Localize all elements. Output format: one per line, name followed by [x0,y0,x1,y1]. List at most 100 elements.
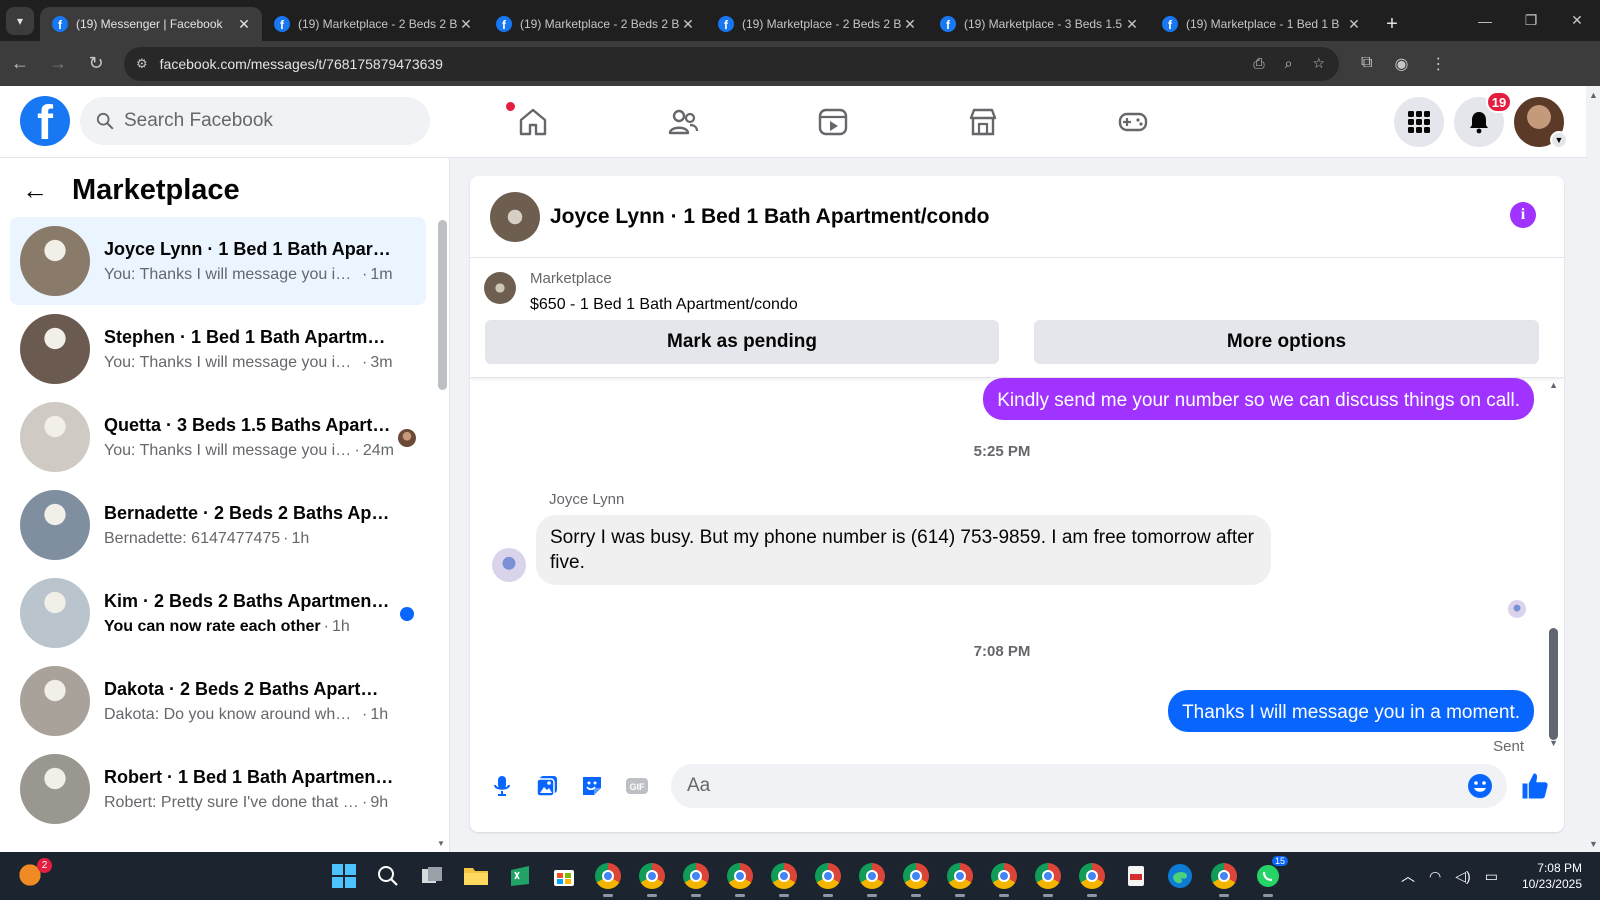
chrome-app-button[interactable] [1026,854,1070,898]
site-info-icon[interactable]: ⚙ [136,56,148,72]
like-button[interactable] [1517,768,1553,804]
tab-close-icon[interactable]: ✕ [1346,16,1362,33]
conversation-item[interactable]: Robert · 1 Bed 1 Bath Apartment/condo Rob… [10,745,426,833]
wifi-icon[interactable]: ◠ [1429,868,1441,885]
chat-title[interactable]: Joyce Lynn · 1 Bed 1 Bath Apartment/cond… [550,205,990,229]
message-input-box[interactable] [671,764,1507,808]
close-window-icon[interactable]: ✕ [1554,12,1600,29]
browser-tab[interactable]: f (19) Marketplace - 2 Beds 2 B ✕ [484,7,706,41]
forward-icon[interactable]: → [40,46,76,82]
mark-as-pending-button[interactable]: Mark as pending [485,320,999,364]
tab-close-icon[interactable]: ✕ [902,16,918,33]
start-button[interactable] [322,854,366,898]
back-arrow-icon[interactable]: ← [20,175,50,206]
zoom-icon[interactable]: ⌕ [1285,55,1293,72]
tab-search-icon[interactable]: ▾ [6,7,34,35]
menu-grid-button[interactable] [1394,97,1444,147]
chrome-app-button[interactable] [806,854,850,898]
tray-overflow-icon[interactable]: ︿ [1401,866,1415,886]
sheets-app-button[interactable] [498,854,542,898]
voice-clip-button[interactable] [480,764,524,808]
attach-photo-button[interactable] [525,764,569,808]
browser-tab[interactable]: f (19) Marketplace - 2 Beds 2 B ✕ [262,7,484,41]
nav-friends[interactable] [608,86,758,158]
extensions-icon[interactable]: ⧉ [1361,54,1372,74]
chrome-app-button[interactable] [674,854,718,898]
clock[interactable]: 7:08 PM 10/23/2025 [1522,860,1582,892]
chrome-app-button[interactable] [1070,854,1114,898]
gif-button[interactable]: GIF [615,764,659,808]
nav-gaming[interactable] [1058,86,1208,158]
chrome-app-button[interactable] [586,854,630,898]
minimize-icon[interactable]: — [1462,13,1508,29]
battery-icon[interactable]: ▭ [1485,868,1498,885]
install-app-icon[interactable]: ⎙ [1253,55,1264,72]
search-box[interactable] [80,97,430,145]
browser-tab[interactable]: f (19) Marketplace - 3 Beds 1.5 ✕ [928,7,1150,41]
more-options-button[interactable]: More options [1034,320,1539,364]
facebook-logo[interactable]: f [20,96,70,146]
maximize-icon[interactable]: ❐ [1508,12,1554,29]
search-input[interactable] [124,110,414,132]
sidebar-scroll-down-icon[interactable]: ▼ [437,839,445,848]
chrome-app-button[interactable] [938,854,982,898]
chrome-app-button[interactable] [630,854,674,898]
account-avatar[interactable]: ▼ [1514,97,1568,149]
info-icon[interactable]: i [1510,202,1536,228]
emoji-icon[interactable] [1467,773,1493,799]
pdf-app-button[interactable] [1114,854,1158,898]
tab-close-icon[interactable]: ✕ [236,16,252,33]
bookmark-star-icon[interactable]: ☆ [1312,55,1325,72]
chrome-app-button[interactable] [718,854,762,898]
chrome-app-button[interactable] [1202,854,1246,898]
edge-app-button[interactable] [1158,854,1202,898]
conversation-item[interactable]: Stephen · 1 Bed 1 Bath Apartment/condo Yo… [10,305,426,393]
new-tab-button[interactable]: + [1378,7,1406,41]
chrome-menu-icon[interactable]: ⋮ [1430,54,1446,74]
page-scroll-up-icon[interactable]: ▲ [1589,90,1598,100]
file-explorer-button[interactable] [454,854,498,898]
conversation-item[interactable]: Kim · 2 Beds 2 Baths Apartment/condo You … [10,569,426,657]
sidebar-scrollbar[interactable] [438,220,447,390]
message-input[interactable] [687,775,1447,797]
volume-icon[interactable]: ◁) [1455,868,1470,885]
conversation-item[interactable]: Dakota · 2 Beds 2 Baths Apartment/condo D… [10,657,426,745]
conversation-item[interactable]: Joyce Lynn · 1 Bed 1 Bath Apartment/cond… [10,217,426,305]
back-icon[interactable]: ← [2,46,38,82]
sender-avatar[interactable] [492,548,526,582]
chrome-app-button[interactable] [982,854,1026,898]
nav-video[interactable] [758,86,908,158]
nav-home[interactable] [458,86,608,158]
task-view-button[interactable] [410,854,454,898]
store-app-button[interactable] [542,854,586,898]
reload-icon[interactable]: ↻ [78,46,114,82]
search-button[interactable] [366,854,410,898]
message-bubble-incoming[interactable]: Sorry I was busy. But my phone number is… [536,515,1271,585]
browser-tab[interactable]: f (19) Messenger | Facebook ✕ [40,7,262,41]
chrome-app-button[interactable] [762,854,806,898]
tab-close-icon[interactable]: ✕ [1124,16,1140,33]
browser-tab[interactable]: f (19) Marketplace - 1 Bed 1 B ✕ [1150,7,1372,41]
weather-widget-icon[interactable]: 2 [18,858,52,890]
page-scroll-down-icon[interactable]: ▼ [1589,839,1598,849]
browser-tab[interactable]: f (19) Marketplace - 2 Beds 2 B ✕ [706,7,928,41]
conversation-item[interactable]: Quetta · 3 Beds 1.5 Baths Apartment/cond… [10,393,426,481]
listing-thumbnail[interactable] [484,272,516,304]
message-bubble-outgoing[interactable]: Kindly send me your number so we can dis… [983,378,1534,420]
chrome-app-button[interactable] [850,854,894,898]
message-bubble-outgoing[interactable]: Thanks I will message you in a moment. [1168,690,1534,732]
tab-close-icon[interactable]: ✕ [458,16,474,33]
profile-icon[interactable]: ◉ [1394,54,1408,74]
listing-price[interactable]: $650 - 1 Bed 1 Bath Apartment/condo [530,296,798,314]
chrome-app-button[interactable] [894,854,938,898]
thread-scroll-up-icon[interactable]: ▲ [1549,380,1558,390]
thread-scroll-down-icon[interactable]: ▼ [1549,738,1558,748]
whatsapp-app-button[interactable]: 15 [1246,854,1290,898]
chat-avatar[interactable] [490,191,540,242]
tab-close-icon[interactable]: ✕ [680,16,696,33]
conversation-item[interactable]: Bernadette · 2 Beds 2 Baths Apartment/co… [10,481,426,569]
address-bar[interactable]: ⚙ facebook.com/messages/t/76817587947363… [124,46,1339,81]
notifications-button[interactable]: 19 [1454,91,1512,147]
thread-scrollbar[interactable] [1549,628,1558,740]
sticker-button[interactable] [570,764,614,808]
